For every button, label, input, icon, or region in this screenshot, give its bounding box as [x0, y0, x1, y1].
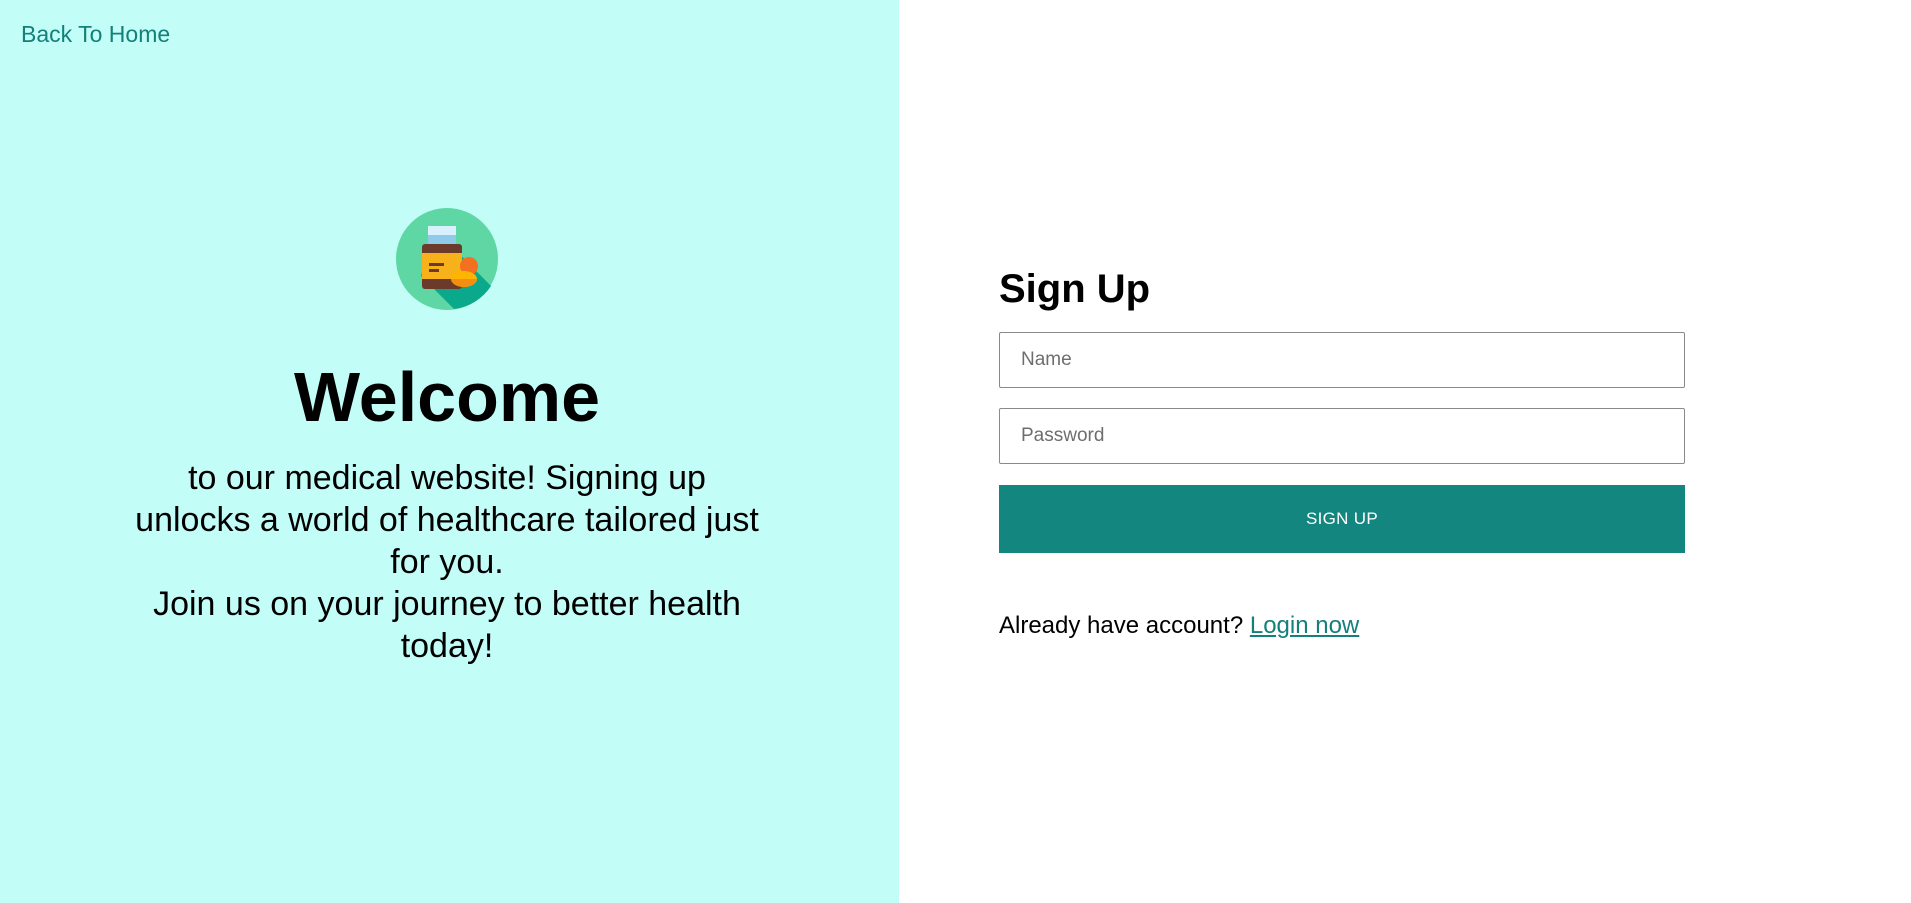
signup-page: Back To Home Welcome to our medical webs…	[0, 0, 1911, 903]
welcome-hero: Welcome to our medical website! Signing …	[0, 208, 894, 667]
password-input[interactable]	[999, 408, 1685, 464]
name-input[interactable]	[999, 332, 1685, 388]
medicine-bottle-icon	[396, 208, 498, 310]
login-prompt-row: Already have account? Login now	[999, 612, 1685, 640]
login-prompt-text: Already have account?	[999, 612, 1244, 639]
signup-title: Sign Up	[999, 267, 1151, 311]
welcome-panel: Back To Home Welcome to our medical webs…	[0, 0, 899, 903]
welcome-tagline: to our medical website! Signing up unloc…	[127, 457, 767, 667]
welcome-heading: Welcome	[293, 358, 601, 436]
signup-button[interactable]: SIGN UP	[999, 485, 1685, 553]
tagline-line-2: Join us on your journey to better health…	[153, 585, 741, 665]
signup-panel: Sign Up SIGN UP Already have account? Lo…	[899, 0, 1911, 903]
tagline-line-1: to our medical website! Signing up unloc…	[135, 459, 759, 581]
login-now-link[interactable]: Login now	[1250, 612, 1359, 639]
signup-form: Sign Up SIGN UP Already have account? Lo…	[999, 264, 1685, 640]
back-to-home-link[interactable]: Back To Home	[21, 21, 170, 48]
